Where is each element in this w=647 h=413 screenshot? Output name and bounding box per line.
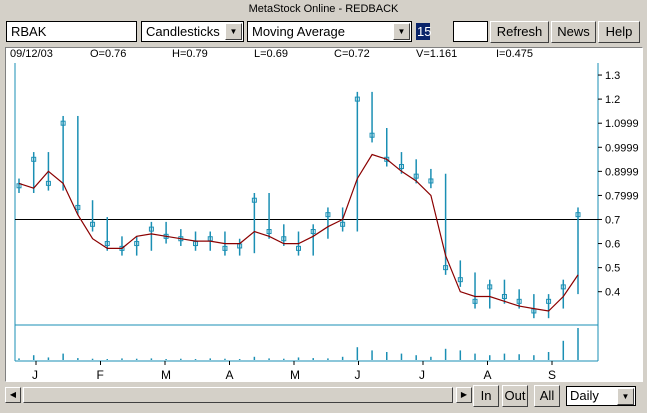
news-button[interactable]: News — [551, 21, 596, 43]
chart-style-select[interactable]: Candlesticks ▼ — [141, 21, 244, 42]
y-tick-label: 0.7 — [605, 214, 620, 226]
x-tick-label: A — [226, 368, 234, 381]
toolbar: RBAK Candlesticks ▼ Moving Average ▼ 15 … — [0, 19, 647, 45]
scrollbar-thumb[interactable] — [23, 387, 453, 403]
y-tick-label: 1.2 — [605, 94, 620, 106]
indicator-value: Moving Average — [252, 24, 345, 39]
y-tick-label: 0.7999 — [605, 190, 639, 202]
y-tick-label: 1.3 — [605, 70, 620, 82]
navigation-bar: ◀ ▶ In Out All Daily ▼ — [0, 385, 647, 407]
horizontal-scrollbar[interactable] — [22, 387, 456, 403]
x-tick-label: J — [419, 368, 425, 381]
period-input[interactable]: 15 — [416, 23, 431, 40]
x-tick-label: J — [355, 368, 361, 381]
chevron-down-icon[interactable]: ▼ — [225, 23, 242, 40]
y-tick-label: 0.5 — [605, 263, 620, 275]
window-title: MetaStock Online - REDBACK — [248, 3, 399, 15]
x-tick-label: A — [484, 368, 492, 381]
x-tick-label: S — [548, 368, 556, 381]
y-tick-label: 0.4 — [605, 287, 620, 299]
zoom-in-button[interactable]: In — [473, 385, 499, 407]
x-tick-label: F — [97, 368, 104, 381]
arrow-right-icon[interactable]: ▶ — [456, 387, 472, 403]
y-tick-label: 0.6 — [605, 239, 620, 251]
x-tick-label: J — [32, 368, 38, 381]
zoom-all-button[interactable]: All — [534, 385, 560, 407]
x-tick-label: M — [290, 368, 300, 381]
y-tick-label: 0.8999 — [605, 166, 639, 178]
timeframe-select[interactable]: Daily ▼ — [566, 386, 636, 406]
zoom-out-button[interactable]: Out — [502, 385, 528, 407]
indicator-select[interactable]: Moving Average ▼ — [247, 21, 412, 42]
chevron-down-icon[interactable]: ▼ — [617, 388, 634, 405]
help-button[interactable]: Help — [598, 21, 640, 43]
symbol-input[interactable]: RBAK — [6, 21, 137, 42]
y-tick-label: 1.0999 — [605, 118, 639, 130]
refresh-button[interactable]: Refresh — [490, 21, 549, 43]
price-chart: 1.3 1.2 1.0999 0.9999 0.8999 0.7999 0.7 0.6 0.5 0… — [14, 63, 639, 381]
parameter-input[interactable] — [453, 21, 488, 42]
chart-panel[interactable]: 09/12/03 O=0.76 H=0.79 L=0.69 C=0.72 V=1… — [5, 47, 643, 382]
chevron-down-icon[interactable]: ▼ — [393, 23, 410, 40]
x-tick-label: M — [161, 368, 171, 381]
chart-style-value: Candlesticks — [146, 24, 220, 39]
arrow-left-icon[interactable]: ◀ — [5, 387, 21, 403]
timeframe-value: Daily — [570, 388, 599, 403]
y-tick-label: 0.9999 — [605, 142, 639, 154]
